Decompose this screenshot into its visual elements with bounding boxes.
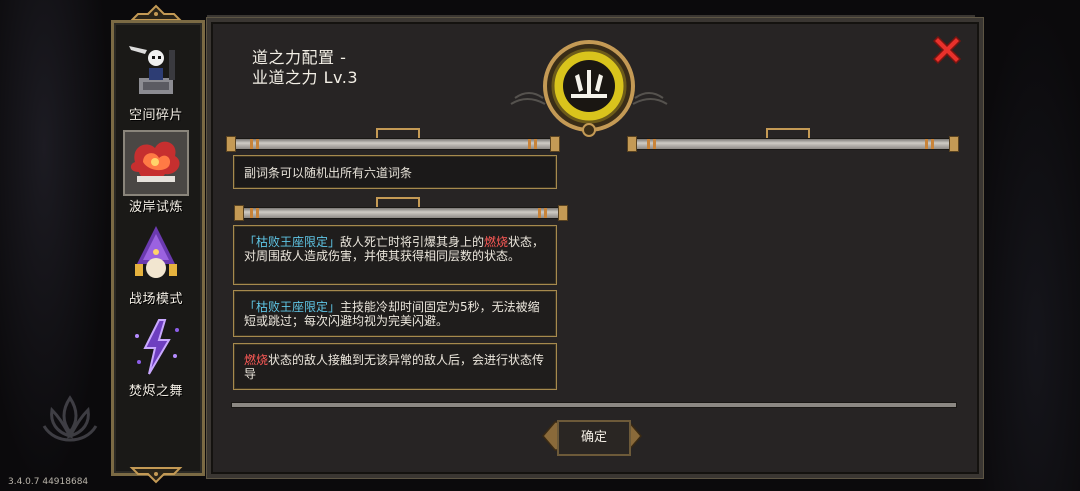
mode-label: 空间碎片 (128, 108, 183, 123)
background-right (970, 0, 1080, 491)
version-label: 3.4.0.7 44918684 (8, 477, 89, 487)
close-icon[interactable] (930, 33, 964, 67)
mode-battlefield[interactable]: 战场模式 (117, 224, 195, 314)
confirm-label: 确定 (557, 420, 631, 456)
shore-trial-icon (123, 130, 189, 196)
mode-ember-dance[interactable]: 焚烬之舞 (117, 316, 195, 406)
mode-space-fragment[interactable]: 空间碎片 (117, 40, 195, 130)
rail-bottom (231, 402, 957, 408)
rail-top-left (226, 136, 560, 152)
ember-dance-icon (125, 316, 187, 378)
title-line-2: 业道之力 Lv.3 (252, 68, 358, 87)
mode-label: 战场模式 (128, 292, 183, 307)
affix-keyword: 燃烧 (244, 353, 269, 367)
lotus-ornament-icon (42, 395, 98, 442)
affix-keyword: 燃烧 (484, 235, 509, 249)
affix-text: 状态的敌人接触到无该异常的敌人后，会进行状态传导 (244, 353, 545, 381)
rail-mid (234, 205, 568, 221)
rail-clip (376, 197, 420, 207)
panel-title: 道之力配置 - 业道之力 Lv.3 (252, 48, 358, 88)
confirm-button[interactable]: 确定 (541, 416, 643, 456)
panel-top-frame (207, 5, 975, 17)
affix-tag: 「枯败王座限定」 (244, 235, 341, 249)
rail-top-right (627, 136, 959, 152)
space-fragment-icon (125, 40, 187, 102)
affix-card-3: 燃烧状态的敌人接触到无该异常的敌人后，会进行状态传导 (233, 343, 557, 390)
rail-clip (766, 128, 810, 138)
affix-text: 敌人死亡时将引爆其身上的 (340, 235, 485, 249)
mode-label: 焚烬之舞 (128, 384, 183, 399)
battlefield-icon (125, 224, 187, 286)
rail-clip (376, 128, 420, 138)
sub-affix-note: 副词条可以随机出所有六道词条 (233, 155, 557, 189)
title-line-1: 道之力配置 - (252, 48, 347, 67)
affix-tag: 「枯败王座限定」 (244, 300, 341, 314)
affix-card-1: 「枯败王座限定」敌人死亡时将引爆其身上的燃烧状态，对周围敌人造成伤害，并使其获得… (233, 225, 557, 285)
affix-card-2: 「枯败王座限定」主技能冷却时间固定为5秒，无法被缩短或跳过；每次闪避均视为完美闪… (233, 290, 557, 337)
karma-emblem-icon (510, 40, 668, 137)
mode-shore-trial[interactable]: 波岸试炼 (117, 130, 195, 222)
sidebar-ornament-bottom (129, 467, 183, 484)
mode-label: 波岸试炼 (128, 200, 183, 215)
